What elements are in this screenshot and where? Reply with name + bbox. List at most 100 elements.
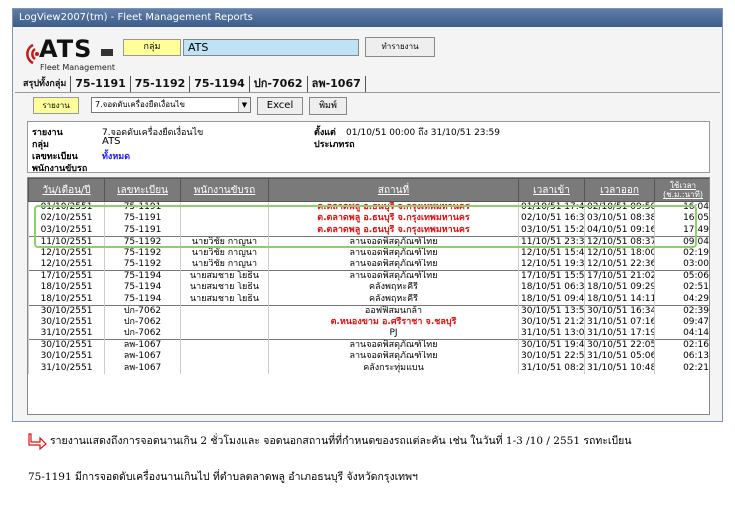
cell-date: 30/10/2551	[28, 304, 105, 317]
cell-time-in: 12/10/51 15:41	[518, 247, 585, 259]
cell-duration: 04:14	[654, 328, 709, 340]
cell-driver	[180, 328, 269, 340]
report-label: รายงาน	[33, 97, 79, 114]
col-driver[interactable]: พนักงานขับรถ	[180, 178, 269, 202]
cell-plate: ลพ-1067	[104, 351, 181, 363]
cell-duration: 03:00	[654, 259, 709, 271]
tab-75-1194[interactable]: 75-1194	[190, 76, 250, 92]
cell-time-in: 30/10/51 21:29	[518, 316, 585, 328]
cell-time-in: 18/10/51 09:42	[518, 293, 585, 305]
cell-time-out: 18/10/51 09:29	[584, 282, 655, 294]
table-row[interactable]: 12/10/2551 75-1192 นายวิชัย กาญนา ลานจอดพิส…	[28, 259, 709, 271]
cell-duration: 02:19	[654, 247, 709, 259]
cell-plate: 75-1194	[104, 270, 181, 282]
cell-date: 12/10/2551	[28, 247, 105, 259]
group-label: กลุ่ม	[123, 39, 181, 56]
info-plate-value: ทั้งหมด	[102, 152, 131, 162]
cell-time-in: 31/10/51 08:27	[518, 362, 585, 374]
cell-duration: 06:13	[654, 351, 709, 363]
print-button[interactable]: พิมพ์	[309, 97, 347, 115]
excel-button[interactable]: Excel	[257, 97, 303, 115]
cell-time-in: 30/10/51 13:55	[518, 304, 585, 317]
cell-duration: 02:16	[654, 339, 709, 351]
cell-place: ลานจอดพิสดุภัณฑ์ไทย	[268, 247, 519, 259]
cell-driver: นายสมชาย โยธิน	[180, 293, 269, 305]
col-time-in[interactable]: เวลาเข้า	[518, 178, 585, 202]
logo-wordmark: ATS	[39, 35, 93, 63]
tab-75-1192[interactable]: 75-1192	[131, 76, 191, 92]
table-row[interactable]: 30/10/2551 ปก-7062 ต.หนองขาม อ.ศรีราชา จ.ช…	[28, 316, 709, 328]
info-since-value: 01/10/51 00:00 ถึง 31/10/51 23:59	[346, 128, 501, 138]
logo-mark	[101, 49, 113, 56]
cell-place: PJ	[268, 328, 519, 340]
cell-date: 31/10/2551	[28, 362, 105, 374]
col-time-out[interactable]: เวลาออก	[584, 178, 655, 202]
cell-duration: 02:51	[654, 282, 709, 294]
cell-date: 12/10/2551	[28, 259, 105, 271]
col-place[interactable]: สถานที่	[268, 178, 519, 202]
cell-duration: 05:06	[654, 270, 709, 282]
table-row[interactable]: 30/10/2551 ลพ-1067 ลานจอดพิสดุภัณฑ์ไทย 30/1…	[28, 339, 709, 351]
cell-driver	[180, 304, 269, 317]
cell-date: 18/10/2551	[28, 293, 105, 305]
cell-date: 31/10/2551	[28, 328, 105, 340]
cell-date: 30/10/2551	[28, 316, 105, 328]
run-report-button[interactable]: ทำรายงาน	[365, 37, 435, 57]
table-row[interactable]: 30/10/2551 ลพ-1067 ลานจอดพิสดุภัณฑ์ไทย 30/1…	[28, 351, 709, 363]
cell-driver	[180, 351, 269, 363]
cell-place: ลานจอดพิสดุภัณฑ์ไทย	[268, 339, 519, 351]
highlight-box	[34, 205, 697, 248]
app-window: LogView2007(tm) - Fleet Management Repor…	[12, 8, 723, 422]
table-row[interactable]: 17/10/2551 75-1194 นายสมชาย โยธิน ลานจอดพิส…	[28, 270, 709, 282]
signal-waves-icon	[26, 43, 39, 65]
table-row[interactable]: 30/10/2551 ปก-7062 ออฟฟิสมนกล้า 30/10/51 13…	[28, 304, 709, 317]
vehicle-tabs: สรุปทั้งกลุ่ม 75-1191 75-1192 75-1194 ปก…	[19, 76, 366, 92]
cell-plate: 75-1194	[104, 282, 181, 294]
cell-time-in: 31/10/51 13:05	[518, 328, 585, 340]
col-plate[interactable]: เลขทะเบียน	[104, 178, 181, 202]
cell-driver	[180, 316, 269, 328]
cell-time-out: 31/10/51 17:19	[584, 328, 655, 340]
table-row[interactable]: 12/10/2551 75-1192 นายวิชัย กาญนา ลานจอดพิส…	[28, 247, 709, 259]
info-type-key: ประเภทรถ	[314, 140, 355, 150]
table-row[interactable]: 18/10/2551 75-1194 นายสมชาย โยธิน คลังพฤหะค…	[28, 282, 709, 294]
col-date[interactable]: วัน/เดือน/ปี	[28, 178, 105, 202]
table-row[interactable]: 18/10/2551 75-1194 นายสมชาย โยธิน คลังพฤหะค…	[28, 293, 709, 305]
cell-time-in: 18/10/51 06:38	[518, 282, 585, 294]
cell-time-out: 12/10/51 18:00	[584, 247, 655, 259]
report-controls: รายงาน 7.จอดดับเครื่องยืดเงื่อนไข ▼ Exce…	[15, 93, 720, 119]
report-type-select[interactable]: 7.จอดดับเครื่องยืดเงื่อนไข ▼	[91, 97, 251, 113]
cell-plate: ปก-7062	[104, 316, 181, 328]
cell-plate: ปก-7062	[104, 328, 181, 340]
cell-date: 17/10/2551	[28, 270, 105, 282]
header-bar: ATS Fleet Management กลุ่ม ATS ทำรายงาน	[13, 27, 722, 73]
cell-time-in: 17/10/51 15:56	[518, 270, 585, 282]
note-line-1: รายงานแสดงถึงการจอดนานเกิน 2 ชั่วโมงและ …	[50, 435, 632, 447]
cell-duration: 02:21	[654, 362, 709, 374]
cell-plate: 75-1192	[104, 259, 181, 271]
cell-duration: 02:39	[654, 304, 709, 317]
tab-lp-1067[interactable]: ลพ-1067	[308, 76, 366, 92]
cell-place: ลานจอดพิสดุภัณฑ์ไทย	[268, 351, 519, 363]
cell-place: ต.หนองขาม อ.ศรีราชา จ.ชลบุรี	[268, 316, 519, 328]
cell-duration: 09:47	[654, 316, 709, 328]
cell-driver	[180, 339, 269, 351]
cell-time-out: 12/10/51 22:36	[584, 259, 655, 271]
table-row[interactable]: 31/10/2551 ลพ-1067 คลังกระทุ่มแบน 31/10/51 …	[28, 362, 709, 374]
group-select[interactable]: ATS	[183, 39, 359, 56]
chevron-down-icon[interactable]: ▼	[238, 98, 250, 112]
tab-summary[interactable]: สรุปทั้งกลุ่ม	[19, 76, 72, 92]
cell-place: ลานจอดพิสดุภัณฑ์ไทย	[268, 259, 519, 271]
table-row[interactable]: 31/10/2551 ปก-7062 PJ 31/10/51 13:05 31/10/5…	[28, 328, 709, 340]
cell-driver: นายสมชาย โยธิน	[180, 282, 269, 294]
col-duration[interactable]: ใช้เวลา (ช.ม.:นาที)	[654, 178, 709, 202]
cell-time-out: 31/10/51 10:48	[584, 362, 655, 374]
tab-75-1191[interactable]: 75-1191	[71, 76, 131, 92]
cell-date: 30/10/2551	[28, 351, 105, 363]
cell-date: 18/10/2551	[28, 282, 105, 294]
logo-subtitle: Fleet Management	[40, 63, 116, 72]
tab-pk-7062[interactable]: ปก-7062	[250, 76, 308, 92]
cell-time-out: 31/10/51 05:06	[584, 351, 655, 363]
cell-time-out: 31/10/51 07:16	[584, 316, 655, 328]
cell-date: 30/10/2551	[28, 339, 105, 351]
